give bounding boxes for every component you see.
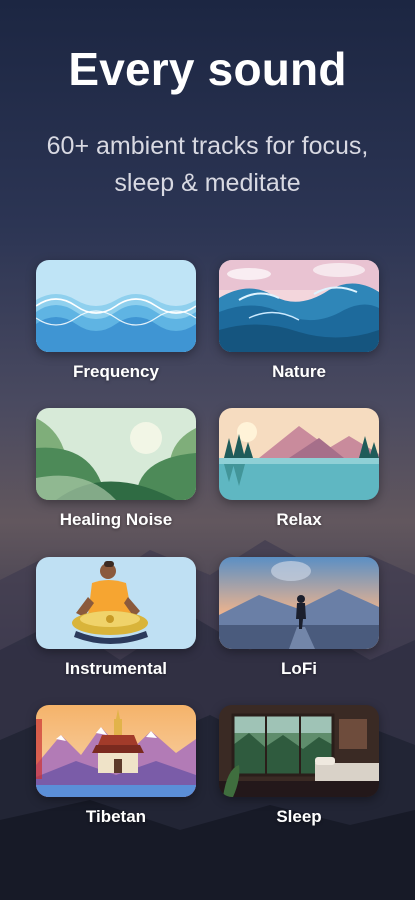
category-label: Sleep [276, 807, 322, 826]
wave-pattern-icon [36, 260, 196, 352]
category-healing-noise[interactable]: Healing Noise [36, 408, 196, 530]
tibetan-thumbnail [36, 705, 196, 797]
healing-noise-thumbnail [36, 408, 196, 500]
stupa-mountains-icon [36, 705, 196, 797]
instrumental-thumbnail [36, 557, 196, 649]
lofi-thumbnail [219, 557, 379, 649]
category-tibetan[interactable]: Tibetan [36, 705, 196, 827]
lake-sunset-icon [219, 408, 379, 500]
category-lofi[interactable]: LoFi [219, 557, 379, 679]
category-relax[interactable]: Relax [219, 408, 379, 530]
bedroom-window-icon [219, 705, 379, 797]
frequency-thumbnail [36, 260, 196, 352]
category-label: Relax [276, 510, 322, 529]
category-frequency[interactable]: Frequency [36, 260, 196, 382]
nature-thumbnail [219, 260, 379, 352]
category-label: Tibetan [85, 807, 147, 826]
category-label: Healing Noise [59, 510, 173, 529]
category-grid: Frequency Nature Healing Noise Relax Ins… [0, 0, 415, 900]
handpan-player-icon [36, 557, 196, 649]
category-nature[interactable]: Nature [219, 260, 379, 382]
green-hills-icon [36, 408, 196, 500]
walking-figure-icon [219, 557, 379, 649]
sleep-thumbnail [219, 705, 379, 797]
category-label: LoFi [281, 659, 317, 678]
category-instrumental[interactable]: Instrumental [36, 557, 196, 679]
category-label: Instrumental [64, 659, 168, 678]
category-label: Frequency [73, 362, 159, 381]
category-label: Nature [272, 362, 326, 381]
relax-thumbnail [219, 408, 379, 500]
ocean-waves-icon [219, 260, 379, 352]
category-sleep[interactable]: Sleep [219, 705, 379, 827]
